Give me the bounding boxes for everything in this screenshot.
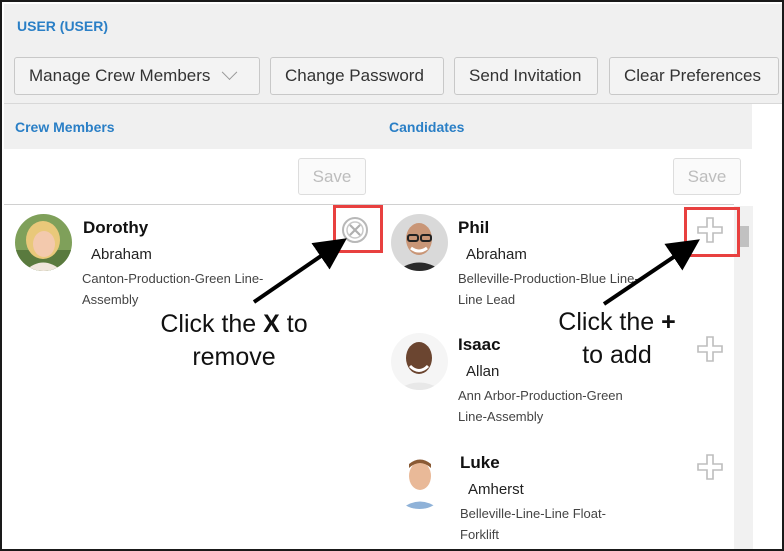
plus-icon[interactable] xyxy=(696,453,724,481)
candidate-last-name: Abraham xyxy=(466,246,527,263)
crew-members-header: Crew Members xyxy=(4,104,378,149)
candidate-info-line: Belleville-Line-Line Float- xyxy=(460,506,606,521)
candidate-last-name: Allan xyxy=(466,363,500,380)
page-header: USER (USER) xyxy=(4,4,782,48)
app-frame: USER (USER) Manage Crew Members Change P… xyxy=(0,0,784,551)
candidate-info: Belleville-Production-Blue Line- Line Le… xyxy=(458,268,639,310)
member-first-name: Dorothy xyxy=(83,218,149,237)
send-invitation-button[interactable]: Send Invitation xyxy=(454,57,598,95)
avatar xyxy=(391,452,448,509)
callout-key: X xyxy=(263,310,280,338)
clear-preferences-label: Clear Preferences xyxy=(624,66,762,85)
change-password-label: Change Password xyxy=(285,66,424,85)
manage-crew-members-label: Manage Crew Members xyxy=(29,66,211,85)
callout-text: remove xyxy=(192,343,276,371)
candidate-first-name: Isaac xyxy=(458,335,501,354)
toolbar: Manage Crew Members Change Password Send… xyxy=(4,48,782,104)
callout-text: to xyxy=(279,310,308,338)
candidate-info: Belleville-Line-Line Float- Forklift xyxy=(460,503,606,545)
candidates-header: Candidates xyxy=(378,104,752,149)
candidates-list-divider xyxy=(380,204,734,205)
chevron-down-icon xyxy=(222,63,238,80)
candidate-first-name: Phil xyxy=(458,218,490,237)
send-invitation-label: Send Invitation xyxy=(469,66,582,85)
candidate-first-name: Luke xyxy=(460,453,500,472)
candidate-info: Ann Arbor-Production-Green Line-Assembly xyxy=(458,385,623,427)
change-password-button[interactable]: Change Password xyxy=(270,57,444,95)
avatar xyxy=(391,333,448,390)
candidate-info-line: Forklift xyxy=(460,527,499,542)
candidates-scrollbar[interactable] xyxy=(734,206,753,549)
callout-text: Click the xyxy=(160,310,264,338)
clear-preferences-button[interactable]: Clear Preferences xyxy=(609,57,779,95)
callout-key: + xyxy=(661,308,676,336)
member-info-line: Assembly xyxy=(82,292,139,307)
crew-members-heading: Crew Members xyxy=(15,119,115,135)
page-title: USER (USER) xyxy=(17,18,109,34)
member-last-name: Abraham xyxy=(91,246,152,263)
callout-text: Click the xyxy=(558,308,662,336)
candidate-last-name: Amherst xyxy=(468,481,524,498)
manage-crew-members-dropdown[interactable]: Manage Crew Members xyxy=(14,57,260,95)
member-info: Canton-Production-Green Line- Assembly xyxy=(82,268,263,310)
avatar xyxy=(15,214,72,271)
candidate-info-line: Line-Assembly xyxy=(458,409,544,424)
candidate-info-line: Ann Arbor-Production-Green xyxy=(458,388,623,403)
member-info-line: Canton-Production-Green Line- xyxy=(82,271,264,286)
crew-list-divider xyxy=(4,204,380,205)
callout-text: to add xyxy=(582,341,652,369)
candidates-save-button[interactable]: Save xyxy=(673,158,741,195)
add-callout: Click the + to add xyxy=(532,306,702,372)
remove-callout: Click the X to remove xyxy=(134,308,334,374)
avatar xyxy=(391,214,448,271)
candidates-heading: Candidates xyxy=(389,119,465,135)
candidate-info-line: Belleville-Production-Blue Line- xyxy=(458,271,639,286)
crew-save-button[interactable]: Save xyxy=(298,158,366,195)
remove-highlight-box xyxy=(333,205,383,253)
add-highlight-box xyxy=(684,207,740,257)
